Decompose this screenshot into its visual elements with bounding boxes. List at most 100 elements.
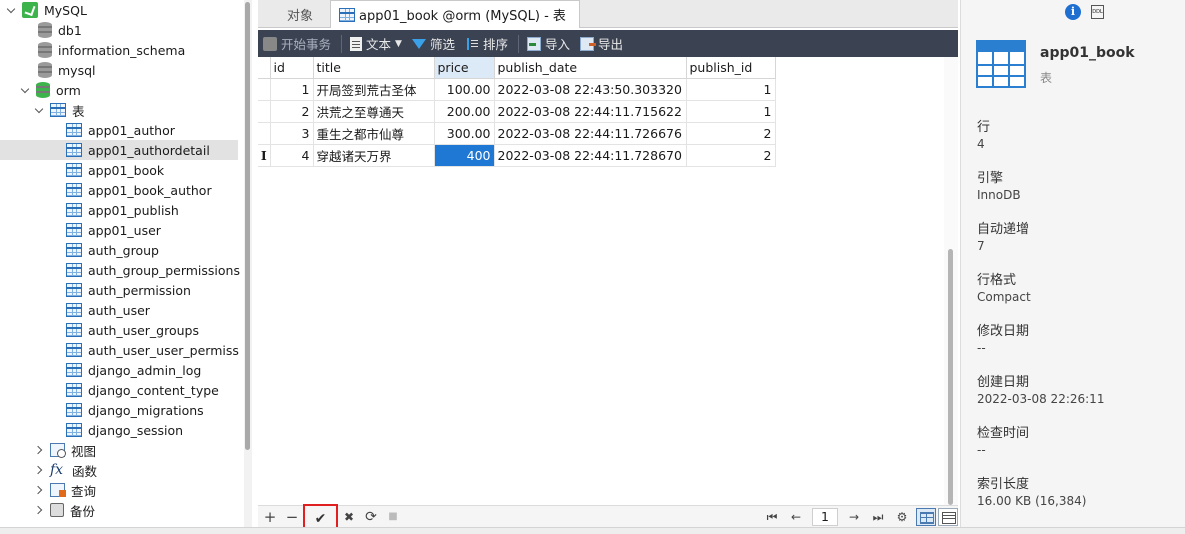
table-row[interactable]: 2 洪荒之至尊通天 200.00 2022-03-08 22:44:11.715…	[258, 100, 776, 123]
cell-publish-id[interactable]: 1	[686, 100, 776, 123]
column-header-publish-date[interactable]: publish_date	[494, 57, 687, 79]
cell-id[interactable]: 3	[270, 122, 314, 145]
tree-table-item[interactable]: auth_group	[66, 240, 159, 260]
tree-db-information-schema[interactable]: information_schema	[38, 40, 185, 60]
pager: ⏮ ← 1 → ⏭ ⚙	[760, 506, 958, 528]
tree-scroll-thumb[interactable]	[245, 2, 250, 450]
tree-table-item[interactable]: django_migrations	[66, 400, 204, 420]
cell-publish-id[interactable]: 2	[686, 122, 776, 145]
cell-title[interactable]: 重生之都市仙尊	[313, 122, 435, 145]
query-icon	[50, 483, 66, 497]
tree-table-item[interactable]: app01_book_author	[66, 180, 212, 200]
column-header-title[interactable]: title	[313, 57, 435, 79]
chevron-right-icon[interactable]	[34, 504, 46, 516]
refresh-button[interactable]: ⟳	[360, 507, 382, 527]
last-page-button[interactable]: ⏭	[866, 507, 890, 527]
tree-table-item[interactable]: app01_user	[66, 220, 161, 240]
table-row[interactable]: 1 开局签到荒古圣体 100.00 2022-03-08 22:43:50.30…	[258, 78, 776, 101]
ddl-icon[interactable]: DDL	[1091, 5, 1104, 19]
tree-group-views[interactable]: 视图	[34, 440, 96, 460]
cell-publish-date[interactable]: 2022-03-08 22:44:11.728670	[494, 144, 687, 167]
tree-table-item[interactable]: app01_author	[66, 120, 244, 140]
table-row[interactable]: 3 重生之都市仙尊 300.00 2022-03-08 22:44:11.726…	[258, 122, 776, 145]
discard-changes-button[interactable]: ✖	[338, 507, 360, 527]
tree-table-item[interactable]: auth_permission	[66, 280, 191, 300]
row-marker[interactable]	[258, 122, 271, 145]
cell-price[interactable]: 100.00	[434, 78, 495, 101]
database-icon	[38, 62, 52, 78]
tree-table-item[interactable]: auth_user	[66, 300, 150, 320]
tree-table-item[interactable]: auth_user_user_permissior	[66, 340, 240, 360]
cell-title[interactable]: 洪荒之至尊通天	[313, 100, 435, 123]
chevron-right-icon[interactable]	[34, 444, 46, 456]
cell-title[interactable]: 穿越诸天万界	[313, 144, 435, 167]
text-button[interactable]: 文本 ▼	[350, 30, 402, 57]
tree-db-db1[interactable]: db1	[38, 20, 82, 40]
tree-db-orm[interactable]: orm	[20, 80, 81, 100]
grid-scroll-thumb[interactable]	[948, 249, 953, 505]
column-header-id[interactable]: id	[270, 57, 314, 79]
cell-id[interactable]: 4	[270, 144, 314, 167]
chevron-right-icon[interactable]	[34, 484, 46, 496]
mysql-connection-icon	[22, 2, 38, 18]
tree-db-mysql[interactable]: mysql	[38, 60, 96, 80]
cell-publish-date[interactable]: 2022-03-08 22:44:11.726676	[494, 122, 687, 145]
tree-table-item[interactable]: auth_group_permissions	[66, 260, 240, 280]
cell-publish-id[interactable]: 2	[686, 144, 776, 167]
grid-view-button[interactable]	[916, 508, 936, 526]
tree-connection-mysql[interactable]: MySQL	[6, 0, 87, 20]
tab-objects[interactable]: 对象	[272, 0, 328, 28]
tree-group-queries[interactable]: 查询	[34, 480, 96, 500]
prev-page-button[interactable]: ←	[784, 507, 808, 527]
tab-app01-book[interactable]: app01_book @orm (MySQL) - 表	[330, 0, 580, 28]
row-marker[interactable]	[258, 78, 271, 101]
tree-table-item[interactable]: auth_user_groups	[66, 320, 199, 340]
cell-publish-date[interactable]: 2022-03-08 22:44:11.715622	[494, 100, 687, 123]
first-page-button[interactable]: ⏮	[760, 507, 784, 527]
settings-button[interactable]: ⚙	[890, 507, 914, 527]
import-button[interactable]: 导入	[526, 30, 570, 57]
export-button[interactable]: 导出	[580, 30, 623, 57]
tree-group-backups[interactable]: 备份	[34, 500, 95, 520]
tree-table-item[interactable]: django_admin_log	[66, 360, 201, 380]
cell-publish-date[interactable]: 2022-03-08 22:43:50.303320	[494, 78, 687, 101]
tree-table-item[interactable]: app01_book	[66, 160, 164, 180]
column-header-price[interactable]: price	[434, 57, 495, 79]
tree-table-item[interactable]: django_content_type	[66, 380, 219, 400]
cell-publish-id[interactable]: 1	[686, 78, 776, 101]
row-marker[interactable]	[258, 100, 271, 123]
chevron-right-icon[interactable]	[34, 464, 46, 476]
tree-table-label: auth_group_permissions	[88, 262, 240, 278]
table-row-editing[interactable]: I 4 穿越诸天万界 400 2022-03-08 22:44:11.72867…	[258, 144, 776, 167]
edit-cursor-icon[interactable]: I	[258, 144, 271, 167]
chevron-down-icon[interactable]	[6, 4, 18, 16]
tree-table-item[interactable]: django_session	[66, 420, 183, 440]
cell-id[interactable]: 1	[270, 78, 314, 101]
info-icon[interactable]: i	[1065, 4, 1081, 20]
sort-button[interactable]: 排序	[465, 30, 508, 57]
cell-id[interactable]: 2	[270, 100, 314, 123]
grid-scrollbar[interactable]	[944, 57, 958, 505]
stop-button[interactable]: ■	[382, 507, 404, 527]
form-view-button[interactable]	[938, 508, 958, 526]
text-icon	[350, 36, 363, 51]
tree-table-item-selected[interactable]: app01_authordetail	[0, 140, 238, 160]
tree-group-functions[interactable]: fx 函数	[34, 460, 97, 480]
chevron-down-icon[interactable]	[20, 84, 32, 96]
tree-table-item[interactable]: app01_publish	[66, 200, 179, 220]
column-header-publish-id[interactable]: publish_id	[686, 57, 776, 79]
next-page-button[interactable]: →	[842, 507, 866, 527]
cell-title[interactable]: 开局签到荒古圣体	[313, 78, 435, 101]
cell-price[interactable]: 300.00	[434, 122, 495, 145]
tree-scrollbar[interactable]	[244, 0, 252, 534]
chevron-down-icon[interactable]	[34, 104, 46, 116]
page-number-input[interactable]: 1	[812, 508, 838, 526]
filter-button[interactable]: 筛选	[411, 30, 455, 57]
delete-record-button[interactable]: −	[281, 507, 303, 527]
cell-price[interactable]: 200.00	[434, 100, 495, 123]
transaction-icon	[263, 36, 277, 51]
tree-group-tables[interactable]: 表	[34, 100, 85, 120]
add-record-button[interactable]: +	[259, 507, 281, 527]
begin-transaction-button[interactable]: 开始事务	[263, 30, 331, 57]
cell-price-editing[interactable]: 400	[434, 144, 495, 167]
